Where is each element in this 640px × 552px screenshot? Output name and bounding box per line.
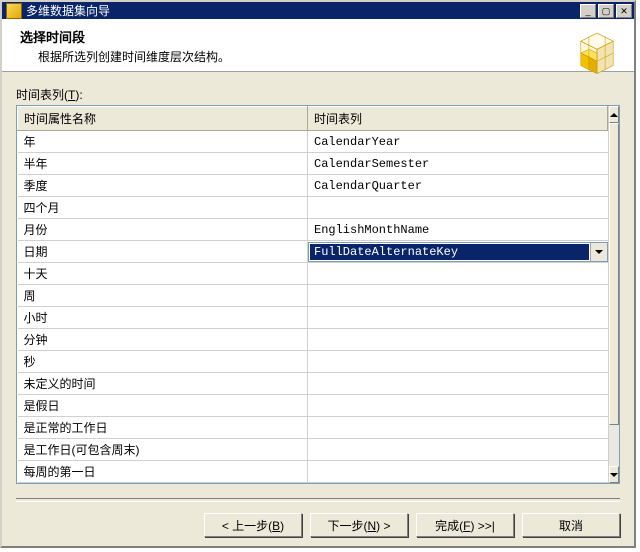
maximize-button[interactable]: ▢ (598, 4, 614, 18)
time-table-column[interactable] (308, 461, 608, 483)
time-table-column[interactable] (308, 351, 608, 373)
wizard-header: 选择时间段 根据所选列创建时间维度层次结构。 (2, 19, 634, 72)
time-property-name[interactable]: 小时 (18, 307, 308, 329)
time-table-column[interactable]: FullDateAlternateKey (308, 241, 608, 263)
scroll-down-button[interactable] (609, 466, 619, 483)
back-button[interactable]: < 上一步(B) (204, 513, 302, 537)
time-property-name[interactable]: 是工作日(可包含周末) (18, 439, 308, 461)
time-table-column[interactable]: EnglishMonthName (308, 219, 608, 241)
wizard-window: 多维数据集向导 _ ▢ ✕ 选择时间段 根据所选列创建时间维度层次结构。 (0, 0, 636, 548)
wizard-footer: < 上一步(B) 下一步(N) > 完成(F) >>| 取消 (2, 510, 634, 546)
time-property-name[interactable]: 季度 (18, 175, 308, 197)
time-property-name[interactable]: 秒 (18, 351, 308, 373)
wizard-body: 时间表列(T): 时间属性名称 时间表列 年CalendarYear半年Cale… (2, 72, 634, 510)
time-property-name[interactable]: 日期 (18, 241, 308, 263)
time-table-column[interactable] (308, 395, 608, 417)
column-header-name[interactable]: 时间属性名称 (18, 107, 308, 131)
combobox-value: FullDateAlternateKey (310, 244, 589, 260)
time-column-combobox[interactable]: FullDateAlternateKey (308, 242, 608, 262)
titlebar: 多维数据集向导 _ ▢ ✕ (2, 2, 634, 19)
minimize-button[interactable]: _ (580, 4, 596, 18)
separator (16, 498, 620, 502)
time-table-column[interactable] (308, 307, 608, 329)
time-property-name[interactable]: 月份 (18, 219, 308, 241)
table-row[interactable]: 日期FullDateAlternateKey (18, 241, 608, 263)
time-property-name[interactable]: 年 (18, 131, 308, 153)
page-title: 选择时间段 (20, 27, 620, 46)
grid-label: 时间表列(T): (16, 86, 620, 103)
time-property-name[interactable]: 四个月 (18, 197, 308, 219)
window-controls: _ ▢ ✕ (580, 4, 632, 18)
scroll-up-button[interactable] (609, 106, 619, 123)
table-row[interactable]: 十天 (18, 263, 608, 285)
table-row[interactable]: 是正常的工作日 (18, 417, 608, 439)
table-row[interactable]: 是假日 (18, 395, 608, 417)
time-table-column[interactable] (308, 373, 608, 395)
table-row[interactable]: 半年CalendarSemester (18, 153, 608, 175)
table-row[interactable]: 年CalendarYear (18, 131, 608, 153)
page-subtitle: 根据所选列创建时间维度层次结构。 (38, 48, 620, 65)
table-row[interactable]: 季度CalendarQuarter (18, 175, 608, 197)
time-property-name[interactable]: 每周的第一日 (18, 461, 308, 483)
time-property-name[interactable]: 分钟 (18, 329, 308, 351)
table-row[interactable]: 未定义的时间 (18, 373, 608, 395)
table-row[interactable]: 周 (18, 285, 608, 307)
close-button[interactable]: ✕ (616, 4, 632, 18)
cube-app-icon (6, 3, 22, 19)
table-row[interactable]: 月份EnglishMonthName (18, 219, 608, 241)
window-title: 多维数据集向导 (26, 2, 110, 19)
time-property-name[interactable]: 半年 (18, 153, 308, 175)
time-property-name[interactable]: 十天 (18, 263, 308, 285)
time-property-name[interactable]: 是正常的工作日 (18, 417, 308, 439)
time-property-name[interactable]: 未定义的时间 (18, 373, 308, 395)
table-row[interactable]: 是工作日(可包含周末) (18, 439, 608, 461)
time-table-column[interactable] (308, 263, 608, 285)
table-row[interactable]: 分钟 (18, 329, 608, 351)
table-row[interactable]: 每周的第一日 (18, 461, 608, 483)
time-table-column[interactable]: CalendarQuarter (308, 175, 608, 197)
time-table-column[interactable] (308, 329, 608, 351)
time-table-column[interactable] (308, 417, 608, 439)
time-table-column[interactable]: CalendarSemester (308, 153, 608, 175)
time-periods-grid[interactable]: 时间属性名称 时间表列 年CalendarYear半年CalendarSemes… (16, 105, 620, 484)
finish-button[interactable]: 完成(F) >>| (416, 513, 514, 537)
time-table-column[interactable]: CalendarYear (308, 131, 608, 153)
table-row[interactable]: 四个月 (18, 197, 608, 219)
chevron-down-icon[interactable] (590, 243, 607, 261)
table-row[interactable]: 秒 (18, 351, 608, 373)
time-table-column[interactable] (308, 439, 608, 461)
time-property-name[interactable]: 是假日 (18, 395, 308, 417)
time-table-column[interactable] (308, 285, 608, 307)
grid-header-row: 时间属性名称 时间表列 (18, 107, 608, 131)
time-table-column[interactable] (308, 197, 608, 219)
cancel-button[interactable]: 取消 (522, 513, 620, 537)
time-property-name[interactable]: 周 (18, 285, 308, 307)
cube-illustration-icon (570, 25, 624, 79)
column-header-table[interactable]: 时间表列 (308, 107, 608, 131)
scroll-track[interactable] (609, 123, 619, 466)
scroll-thumb[interactable] (609, 123, 619, 425)
vertical-scrollbar[interactable] (608, 106, 619, 483)
table-row[interactable]: 小时 (18, 307, 608, 329)
next-button[interactable]: 下一步(N) > (310, 513, 408, 537)
